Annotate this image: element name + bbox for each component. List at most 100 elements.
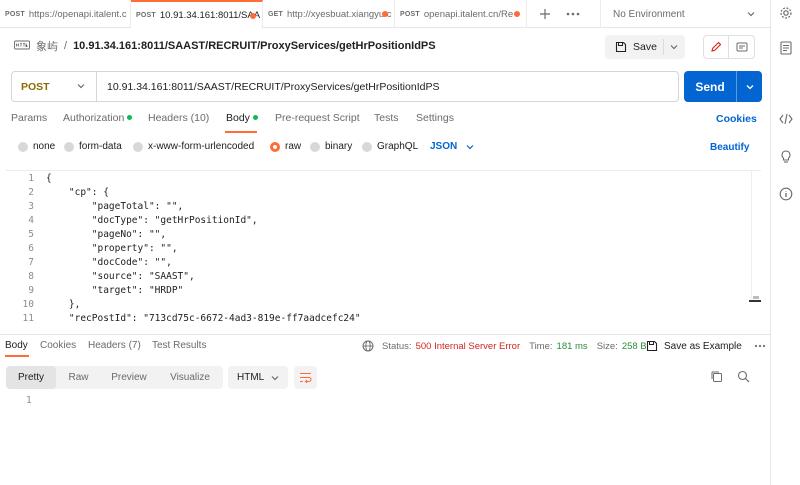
unsaved-dot — [514, 11, 520, 17]
pencil-icon[interactable] — [704, 36, 730, 58]
radio-label: GraphQL — [377, 141, 419, 152]
save-as-example-button[interactable]: Save as Example — [646, 340, 766, 352]
environment-selector[interactable]: No Environment — [600, 0, 770, 28]
url-input[interactable]: 10.91.34.161:8011/SAAST/RECRUIT/ProxySer… — [97, 81, 439, 93]
response-tab-cookies[interactable]: Cookies — [40, 340, 76, 351]
chevron-down-icon — [270, 373, 280, 383]
tab-title: https://openapi.italent.c — [28, 8, 127, 20]
line-number: 11 — [22, 313, 34, 324]
send-button[interactable]: Send — [684, 71, 762, 102]
request-tab[interactable]: POST https://openapi.italent.c — [0, 0, 131, 28]
tab-pre-request-script[interactable]: Pre-request Script — [275, 112, 360, 124]
code-line: "source": "SAAST", — [46, 271, 195, 282]
code-line: "recPostId": "713cd75c-6672-4ad3-819e-ff… — [46, 313, 361, 324]
radio-raw[interactable]: raw — [270, 141, 301, 152]
view-preview[interactable]: Preview — [101, 366, 157, 389]
size-value[interactable]: 258 B — [622, 341, 647, 352]
lightbulb-icon[interactable] — [778, 149, 794, 165]
breadcrumb-collection[interactable]: 象屿 — [36, 38, 58, 54]
tab-tests[interactable]: Tests — [374, 112, 399, 124]
chevron-down-icon[interactable] — [669, 42, 679, 55]
method-selector[interactable]: POST — [12, 72, 97, 101]
code-line: "docType": "getHrPositionId", — [46, 215, 258, 226]
radio-circle — [362, 141, 372, 152]
request-tab[interactable]: GET http://xyesbuat.xiangyu.c — [263, 0, 395, 28]
radio-binary[interactable]: binary — [310, 141, 352, 152]
code-icon[interactable] — [778, 111, 794, 127]
ellipsis-icon[interactable] — [754, 344, 766, 348]
line-number: 9 — [28, 285, 34, 296]
document-icon[interactable] — [778, 40, 794, 56]
tab-method: POST — [5, 10, 25, 18]
radio-label: none — [33, 141, 56, 152]
radio-circle — [64, 141, 74, 152]
info-icon[interactable] — [778, 186, 794, 202]
code-line: }, — [46, 299, 81, 310]
view-visualize[interactable]: Visualize — [157, 366, 223, 389]
save-button[interactable]: Save — [605, 35, 685, 59]
response-tab-body[interactable]: Body — [5, 340, 28, 351]
tab-title: 10.91.34.161:8011/SAA — [159, 9, 261, 21]
url-bar: POST 10.91.34.161:8011/SAAST/RECRUIT/Pro… — [11, 71, 679, 102]
cookies-link[interactable]: Cookies — [716, 113, 757, 125]
response-divider[interactable] — [0, 334, 770, 335]
comment-icon[interactable] — [729, 36, 754, 58]
body-format-dropdown[interactable]: JSON — [430, 141, 475, 152]
breadcrumb: 象屿 / 10.91.34.161:8011/SAAST/RECRUIT/Pro… — [14, 36, 436, 56]
radio-circle — [310, 141, 320, 152]
save-icon — [646, 340, 658, 352]
resize-handle[interactable] — [749, 300, 761, 302]
view-raw[interactable]: Raw — [56, 366, 101, 389]
radio-none[interactable]: none — [18, 141, 55, 152]
view-pretty[interactable]: Pretty — [6, 366, 56, 389]
line-number: 1 — [28, 173, 34, 184]
plus-icon[interactable] — [532, 0, 558, 28]
line-number: 8 — [28, 271, 34, 282]
tab-params[interactable]: Params — [11, 112, 47, 124]
scrollbar-thumb[interactable] — [753, 296, 759, 299]
radio-form-data[interactable]: form-data — [64, 141, 122, 152]
beautify-link[interactable]: Beautify — [710, 142, 749, 153]
code-editor[interactable]: 1 2 3 4 5 6 7 8 9 10 11 { "cp": { "pageT… — [6, 170, 761, 328]
status-label: Status: — [382, 340, 412, 352]
editor-scrollbar[interactable] — [751, 171, 760, 299]
settings-icon[interactable] — [778, 5, 794, 21]
code-line: "target": "HRDP" — [46, 285, 184, 296]
environment-label: No Environment — [613, 8, 685, 20]
http-request-icon — [14, 39, 30, 54]
ellipsis-icon[interactable] — [560, 0, 586, 28]
right-sidebar — [770, 0, 800, 485]
response-tab-test-results[interactable]: Test Results — [152, 340, 206, 351]
request-name[interactable]: 10.91.34.161:8011/SAAST/RECRUIT/ProxySer… — [73, 40, 436, 52]
save-label: Save — [633, 41, 657, 53]
line-number: 10 — [22, 299, 34, 310]
copy-icon[interactable] — [710, 370, 723, 386]
status-value[interactable]: 500 Internal Server Error — [416, 341, 521, 352]
radio-label: form-data — [79, 141, 122, 152]
request-tab[interactable]: POST openapi.italent.cn/Re — [395, 0, 527, 28]
chevron-down-icon — [465, 142, 475, 152]
chevron-down-icon[interactable] — [737, 82, 762, 92]
tab-authorization[interactable]: Authorization — [63, 112, 133, 124]
search-icon[interactable] — [737, 370, 750, 386]
tab-body[interactable]: Body — [226, 112, 258, 124]
response-format-dropdown[interactable]: HTML — [228, 366, 288, 389]
time-value[interactable]: 181 ms — [557, 341, 588, 352]
save-icon — [615, 41, 627, 53]
tab-headers[interactable]: Headers (10) — [148, 112, 209, 124]
radio-circle — [18, 141, 28, 152]
globe-icon[interactable] — [362, 340, 374, 352]
wrap-lines-button[interactable] — [294, 366, 317, 389]
size-label: Size: — [596, 340, 618, 352]
edit-view-toggle — [703, 35, 755, 59]
line-number: 7 — [28, 257, 34, 268]
chevron-down-icon — [746, 9, 756, 22]
response-status: Status: 500 Internal Server Error Time: … — [362, 340, 647, 352]
radio-x-www-form-urlencoded[interactable]: x-www-form-urlencoded — [133, 141, 254, 152]
line-number: 4 — [28, 215, 34, 226]
radio-graphql[interactable]: GraphQL — [362, 141, 418, 152]
tab-settings[interactable]: Settings — [416, 112, 454, 124]
tab-title: openapi.italent.cn/Re — [423, 8, 514, 20]
response-tab-headers[interactable]: Headers (7) — [88, 340, 141, 351]
request-tab-active[interactable]: POST 10.91.34.161:8011/SAA — [131, 0, 263, 28]
